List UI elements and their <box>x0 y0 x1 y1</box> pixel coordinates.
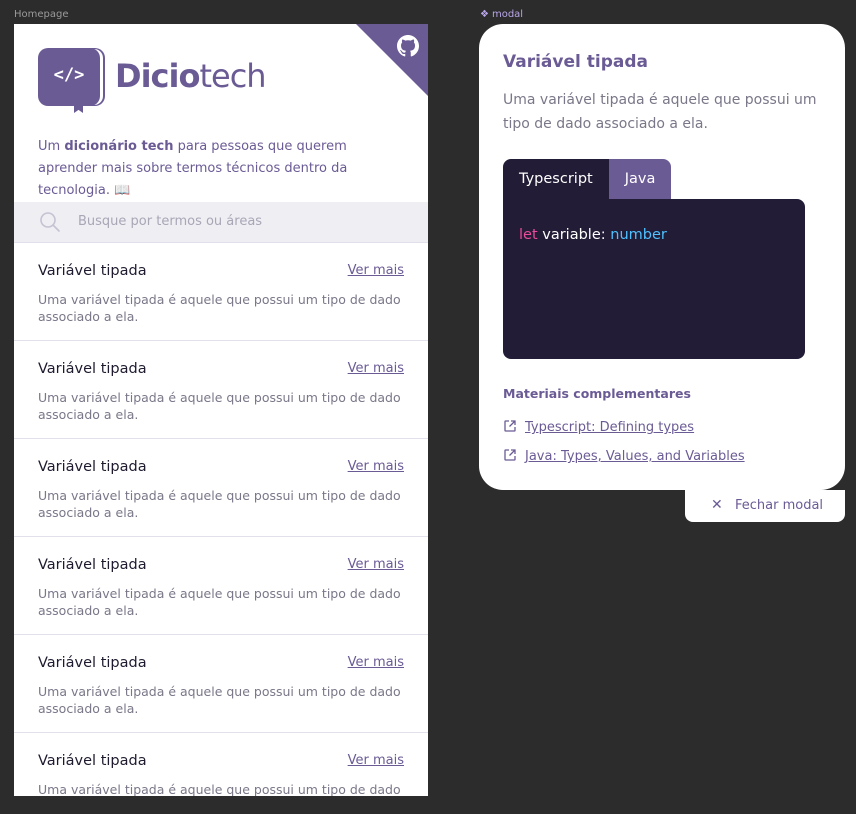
github-icon[interactable] <box>397 35 419 57</box>
materials-title: Materiais complementares <box>503 386 691 401</box>
ver-mais-link[interactable]: Ver mais <box>348 557 404 572</box>
ver-mais-link[interactable]: Ver mais <box>348 753 404 768</box>
term-card: Variável tipada Ver mais Uma variável ti… <box>14 635 428 733</box>
term-description: Uma variável tipada é aquele que possui … <box>38 684 401 716</box>
code-keyword: let <box>519 227 538 243</box>
close-icon: ✕ <box>711 497 723 513</box>
search-bar[interactable]: Busque por termos ou áreas <box>14 202 428 243</box>
external-link-icon <box>504 420 516 432</box>
brand-light: tech <box>199 57 266 95</box>
component-icon: ❖ <box>480 9 489 20</box>
term-card: Variável tipada Ver mais Uma variável ti… <box>14 537 428 635</box>
term-title: Variável tipada <box>38 557 147 573</box>
term-description: Uma variável tipada é aquele que possui … <box>38 390 401 422</box>
term-title: Variável tipada <box>38 459 147 475</box>
intro-text: Um dicionário tech para pessoas que quer… <box>38 136 408 202</box>
ver-mais-link[interactable]: Ver mais <box>348 263 404 278</box>
external-link-icon <box>504 449 516 461</box>
intro-prefix: Um <box>38 139 65 154</box>
modal-title: Variável tipada <box>503 52 648 72</box>
term-description: Uma variável tipada é aquele que possui … <box>38 292 401 324</box>
logo-code-icon: </> <box>53 65 85 85</box>
term-title: Variável tipada <box>38 753 147 769</box>
material-link-label[interactable]: Java: Types, Values, and Variables <box>525 449 745 464</box>
frame-label-homepage: Homepage <box>14 9 69 20</box>
term-title: Variável tipada <box>38 655 147 671</box>
term-card: Variável tipada Ver mais Uma variável ti… <box>14 733 428 796</box>
code-type: number <box>610 227 667 243</box>
material-link[interactable]: Typescript: Defining types <box>503 419 694 435</box>
ver-mais-link[interactable]: Ver mais <box>348 655 404 670</box>
frame-label-modal: ❖ modal <box>480 9 523 20</box>
term-description: Uma variável tipada é aquele que possui … <box>38 586 401 618</box>
close-modal-button[interactable]: ✕ Fechar modal <box>685 490 845 522</box>
tab-typescript[interactable]: Typescript <box>503 159 609 199</box>
term-card: Variável tipada Ver mais Uma variável ti… <box>14 243 428 341</box>
ver-mais-link[interactable]: Ver mais <box>348 459 404 474</box>
logo: </> <box>38 48 100 113</box>
bookmark-ribbon <box>74 104 83 113</box>
term-card: Variável tipada Ver mais Uma variável ti… <box>14 439 428 537</box>
intro-bold: dicionário tech <box>64 139 174 154</box>
tab-java[interactable]: Java <box>608 159 672 199</box>
term-title: Variável tipada <box>38 263 147 279</box>
term-modal: Variável tipada Uma variável tipada é aq… <box>479 24 845 490</box>
code-identifier: variable: <box>537 227 611 243</box>
code-line: let variable: number <box>519 227 667 243</box>
frame-label-modal-text: modal <box>491 9 524 20</box>
ver-mais-link[interactable]: Ver mais <box>348 361 404 376</box>
search-input[interactable]: Busque por termos ou áreas <box>78 214 262 229</box>
material-link[interactable]: Java: Types, Values, and Variables <box>503 448 745 464</box>
code-block: let variable: number <box>503 199 805 359</box>
brand-name: Diciotech <box>115 57 267 95</box>
search-icon <box>40 212 60 232</box>
term-card: Variável tipada Ver mais Uma variável ti… <box>14 341 428 439</box>
material-link-label[interactable]: Typescript: Defining types <box>525 420 694 435</box>
close-modal-label: Fechar modal <box>735 498 824 513</box>
modal-description: Uma variável tipada é aquele que possui … <box>503 92 817 132</box>
term-title: Variável tipada <box>38 361 147 377</box>
term-description: Uma variável tipada é aquele que possui … <box>38 488 401 520</box>
homepage-frame: </> Diciotech Um dicionário tech para pe… <box>14 24 428 796</box>
language-tabs: Typescript Java <box>503 159 672 199</box>
brand-bold: Dicio <box>115 57 200 95</box>
term-description: Uma variável tipada é aquele que possui … <box>38 782 401 796</box>
